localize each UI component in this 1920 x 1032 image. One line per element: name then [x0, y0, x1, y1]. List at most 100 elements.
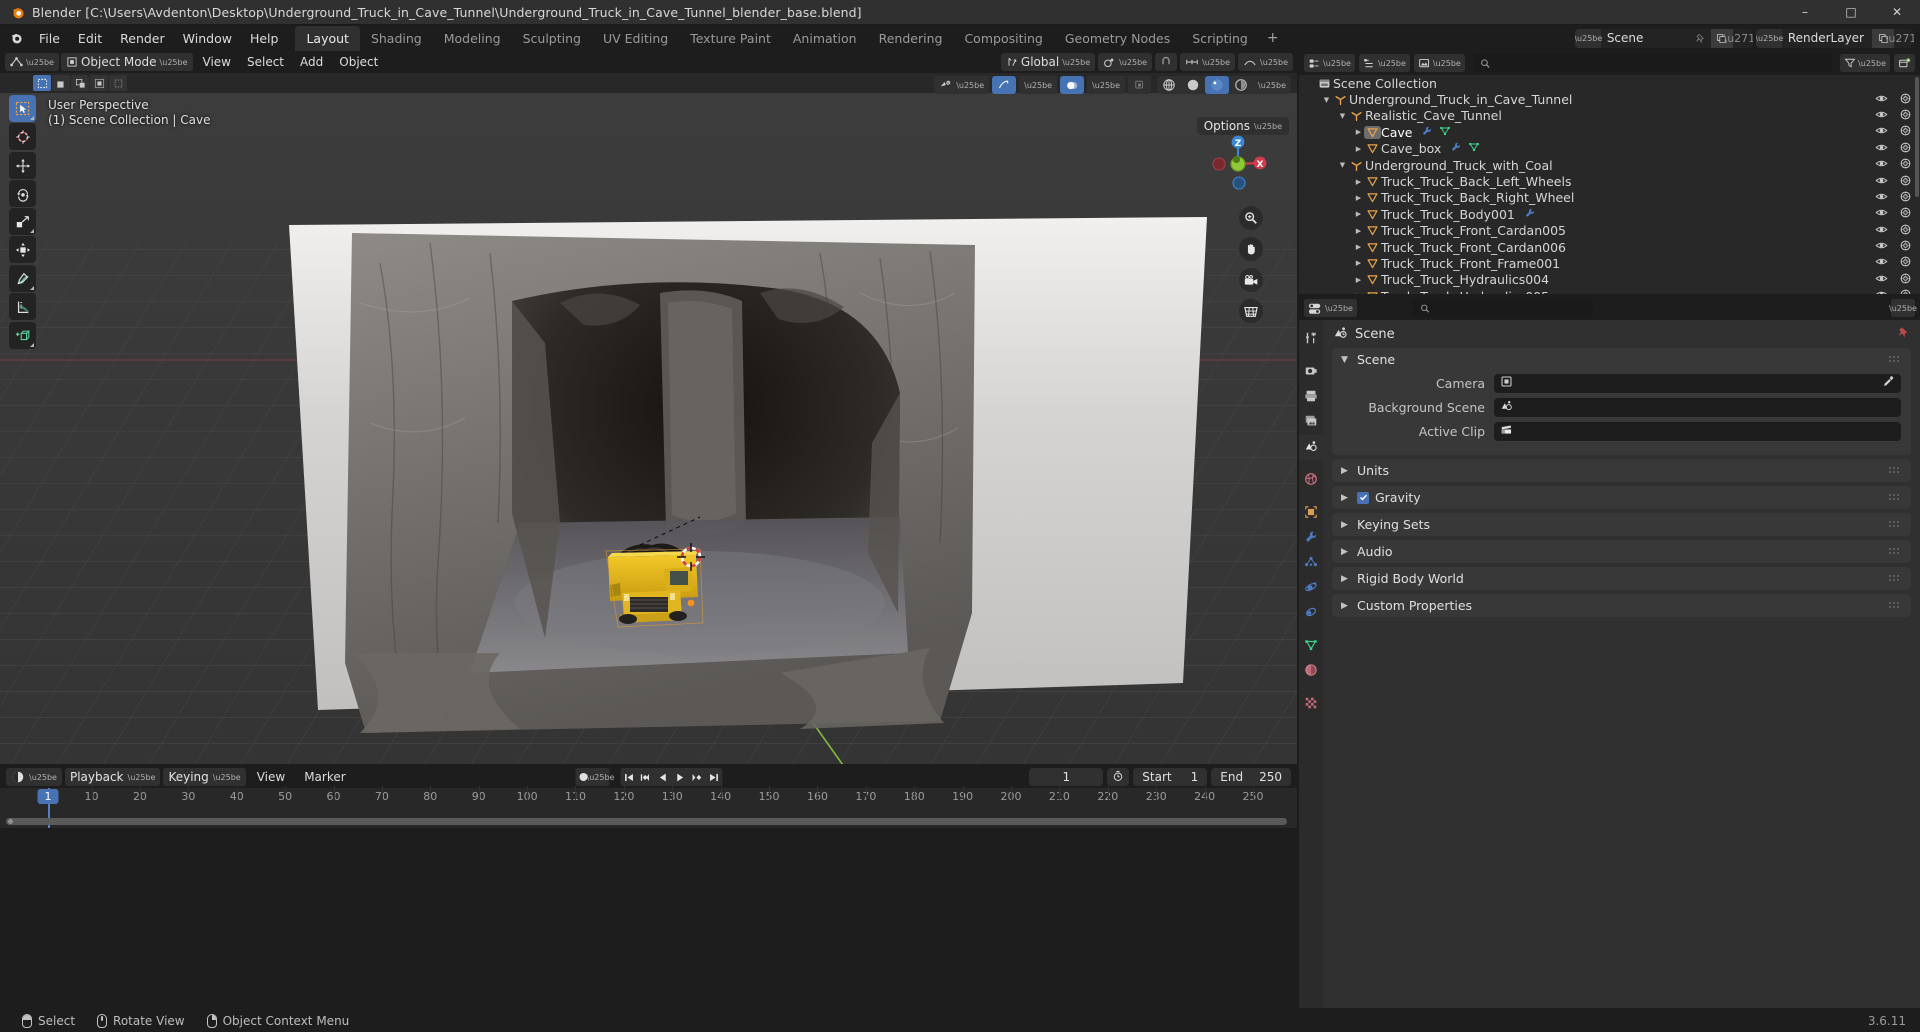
properties-editor[interactable]: \u25be \u25be Scene ▼ Scene Camera Backg… [1299, 296, 1920, 1008]
outliner-row[interactable]: ▼ Underground_Truck_with_Coal [1299, 157, 1920, 173]
workspace-tab-compositing[interactable]: Compositing [953, 26, 1053, 51]
add-cube-tool[interactable] [9, 322, 36, 349]
jump-next-keyframe-icon[interactable] [688, 768, 705, 786]
panel-drag-grip[interactable] [1888, 601, 1902, 610]
solid-shading-button[interactable] [1181, 76, 1205, 94]
camera-restrict-icon[interactable] [1899, 206, 1912, 222]
mesh-tri-icon[interactable] [1439, 125, 1451, 140]
timeline-editor-type-button[interactable]: \u25be [6, 768, 62, 786]
cursor-tool[interactable] [9, 123, 36, 150]
outliner-item-label[interactable]: Cave [1381, 125, 1412, 140]
panel-header[interactable]: ▶ Audio [1332, 540, 1911, 563]
outliner-editor[interactable]: \u25be \u25be \u25be \u25be Scene Collec… [1299, 51, 1920, 294]
timeline-editor[interactable]: \u25be Playback \u25be Keying \u25be View … [0, 766, 1297, 828]
panel-header[interactable]: ▶ Rigid Body World [1332, 567, 1911, 590]
measure-tool[interactable] [9, 293, 36, 320]
panel-header[interactable]: ▼ Scene [1332, 348, 1911, 371]
panel-expand-icon[interactable]: ▶ [1341, 520, 1351, 530]
outliner-row[interactable]: ▶ Truck_Truck_Hydraulics004 [1299, 272, 1920, 288]
property-value-field[interactable] [1494, 398, 1901, 417]
properties-tab-object-data[interactable] [1299, 634, 1323, 659]
camera-restrict-icon[interactable] [1899, 174, 1912, 190]
modifier-icon[interactable] [1450, 141, 1462, 156]
panel-header[interactable]: ▶ Units [1332, 459, 1911, 482]
expand-triangle-open-icon[interactable]: ▼ [1337, 112, 1348, 120]
panel-collapse-icon[interactable]: ▼ [1341, 355, 1351, 365]
properties-options-dropdown[interactable]: \u25be [1889, 299, 1917, 317]
outliner-search-field[interactable] [1495, 56, 1833, 70]
camera-restrict-icon[interactable] [1899, 92, 1912, 108]
properties-tab-render[interactable] [1299, 360, 1323, 385]
eye-icon[interactable] [1875, 190, 1888, 206]
select-extend-mode[interactable] [52, 75, 70, 91]
tweak-select-tool[interactable] [9, 95, 36, 122]
snap-magnet-toggle[interactable] [1155, 53, 1178, 71]
scene-name[interactable]: Scene [1601, 31, 1691, 45]
viewport-menu-add[interactable]: Add [292, 53, 331, 71]
workspace-tab-uv-editing[interactable]: UV Editing [592, 26, 679, 51]
scene-selector[interactable]: \u25be Scene \u2715 [1574, 28, 1753, 48]
play-reverse-icon[interactable] [654, 768, 671, 786]
wireframe-shading-button[interactable] [1157, 76, 1181, 94]
play-icon[interactable] [671, 768, 688, 786]
outliner-item-label[interactable]: Underground_Truck_with_Coal [1365, 158, 1553, 173]
zoom-icon[interactable] [1239, 206, 1263, 230]
workspace-tab-sculpting[interactable]: Sculpting [512, 26, 592, 51]
outliner-filter-scene-button[interactable]: \u25be [1413, 54, 1465, 72]
eye-icon[interactable] [1875, 239, 1888, 255]
select-invert-mode[interactable] [90, 75, 108, 91]
outliner-item-label[interactable]: Cave_box [1381, 141, 1441, 156]
scale-tool[interactable] [9, 208, 36, 235]
xray-toggle[interactable] [1060, 76, 1085, 94]
workspace-tab-modeling[interactable]: Modeling [433, 26, 512, 51]
outliner-row[interactable]: ▼ Underground_Truck_in_Cave_Tunnel [1299, 91, 1920, 107]
show-gizmo-toggle[interactable]: \u25be [934, 76, 990, 94]
pin-scene-icon[interactable] [1691, 33, 1711, 44]
interaction-mode-selector[interactable]: Object Mode \u25be [60, 53, 193, 71]
outliner-item-label[interactable]: Realistic_Cave_Tunnel [1365, 108, 1502, 123]
properties-tab-material[interactable] [1299, 659, 1323, 684]
workspace-tab-animation[interactable]: Animation [782, 26, 868, 51]
outliner-item-label[interactable]: Truck_Truck_Body001 [1381, 207, 1515, 222]
snap-pivot-selector[interactable]: \u25be [1098, 53, 1153, 71]
close-button[interactable]: ✕ [1874, 0, 1920, 25]
outliner-editor-type-button[interactable]: \u25be [1304, 54, 1355, 72]
eye-icon[interactable] [1875, 206, 1888, 222]
eye-icon[interactable] [1875, 141, 1888, 157]
pan-hand-icon[interactable] [1239, 237, 1263, 261]
use-preview-range-icon[interactable] [1112, 770, 1124, 785]
timeline-keying-menu[interactable]: Keying \u25be [163, 768, 246, 786]
select-intersect-mode[interactable] [109, 75, 127, 91]
eye-icon[interactable] [1875, 92, 1888, 108]
overlays-dropdown[interactable]: \u25be [1019, 76, 1058, 94]
frame-end-field[interactable]: End 250 [1211, 768, 1291, 786]
proportional-editing-toggle[interactable]: \u25be [1238, 53, 1293, 71]
properties-tab-scene[interactable] [1299, 435, 1323, 460]
menu-file[interactable]: File [30, 28, 69, 49]
outliner-item-label[interactable]: Truck_Truck_Back_Right_Wheel [1381, 190, 1574, 205]
eye-icon[interactable] [1875, 174, 1888, 190]
3d-viewport[interactable]: \u25be Object Mode \u25be View Select Add O… [0, 51, 1297, 764]
eye-icon[interactable] [1875, 223, 1888, 239]
expand-triangle-closed-icon[interactable]: ▶ [1353, 128, 1364, 136]
workspace-tab-scripting[interactable]: Scripting [1181, 26, 1259, 51]
outliner-row[interactable]: ▶ Truck_Truck_Front_Cardan005 [1299, 223, 1920, 239]
expand-triangle-closed-icon[interactable]: ▶ [1353, 210, 1364, 218]
auto-keying-dropdown[interactable]: \u25be [587, 768, 614, 786]
toggle-ortho-grid-icon[interactable] [1239, 299, 1263, 323]
properties-tab-constraints[interactable] [1299, 601, 1323, 626]
panel-expand-icon[interactable]: ▶ [1341, 493, 1351, 503]
outliner-filter-button[interactable]: \u25be [1840, 54, 1890, 72]
properties-search-input[interactable] [1412, 299, 1593, 317]
modifier-icon[interactable] [1524, 207, 1536, 222]
panel-header[interactable]: ▶ Keying Sets [1332, 513, 1911, 536]
blender-menu-icon[interactable] [4, 31, 30, 45]
panel-enable-checkbox[interactable] [1357, 491, 1369, 504]
shading-dropdown[interactable]: \u25be [1253, 76, 1291, 94]
menu-edit[interactable]: Edit [69, 28, 111, 49]
properties-tab-physics[interactable] [1299, 576, 1323, 601]
frame-start-field[interactable]: Start 1 [1133, 768, 1208, 786]
timeline-marker-menu[interactable]: Marker [296, 768, 353, 786]
camera-restrict-icon[interactable] [1899, 223, 1912, 239]
select-subtract-mode[interactable] [71, 75, 89, 91]
